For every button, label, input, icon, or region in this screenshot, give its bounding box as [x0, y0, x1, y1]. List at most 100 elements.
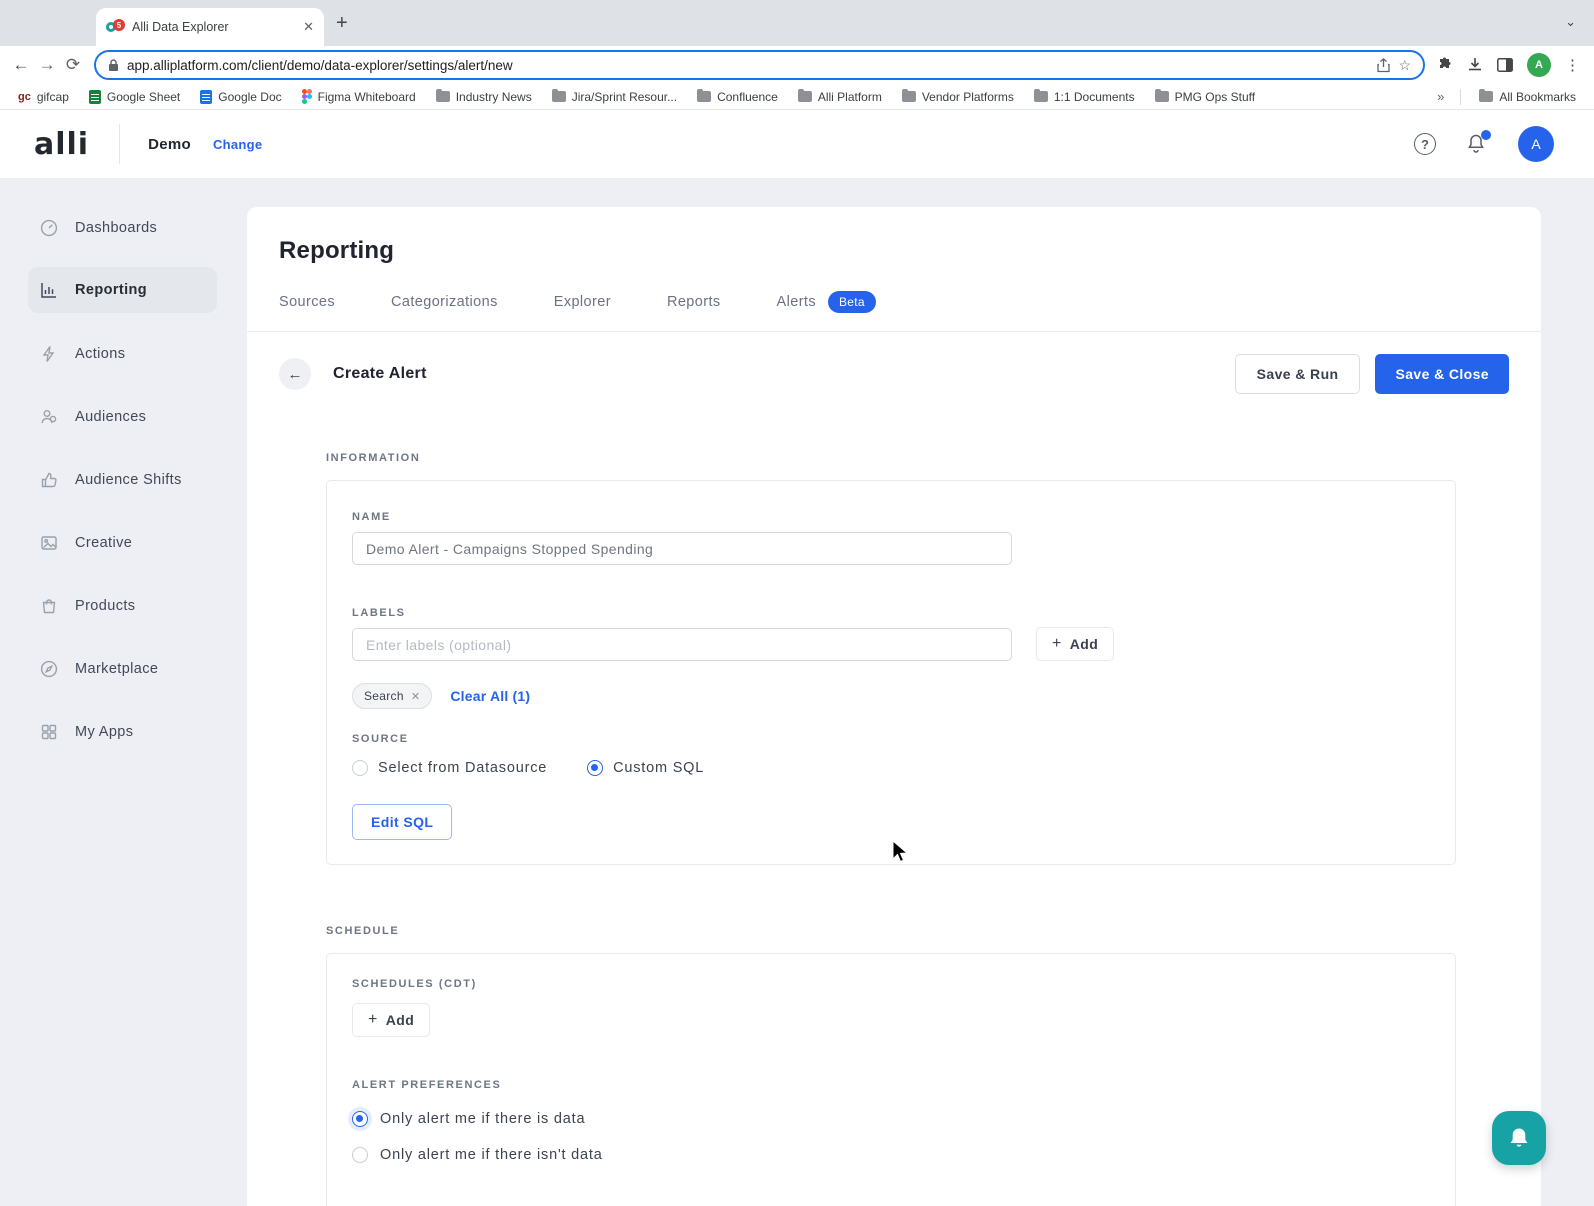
help-icon[interactable]: ?: [1414, 133, 1436, 155]
reload-icon[interactable]: ⟳: [60, 55, 86, 75]
change-client-link[interactable]: Change: [213, 137, 262, 152]
bookmark-confluence[interactable]: Confluence: [689, 88, 786, 106]
tab-alerts[interactable]: Alerts Beta: [777, 291, 876, 313]
side-panel-icon[interactable]: [1497, 58, 1513, 72]
tab-explorer[interactable]: Explorer: [554, 294, 611, 310]
browser-tab[interactable]: 5 Alli Data Explorer ✕: [96, 8, 324, 46]
folder-icon: [1154, 89, 1169, 102]
save-and-run-button[interactable]: Save & Run: [1234, 354, 1361, 394]
folder-icon: [901, 89, 916, 102]
information-section-label: INFORMATION: [326, 452, 421, 464]
bookmark-star-icon[interactable]: ☆: [1398, 57, 1411, 74]
site-favicon: 5: [106, 19, 125, 35]
bookmark-gifcap[interactable]: gc gifcap: [10, 88, 77, 106]
plus-icon: +: [1052, 635, 1062, 652]
all-bookmarks[interactable]: All Bookmarks: [1471, 88, 1584, 106]
share-icon[interactable]: [1377, 57, 1391, 73]
google-sheet-icon: [88, 89, 101, 104]
bookmarks-bar: gc gifcap Google Sheet Google Doc Figma …: [0, 84, 1594, 110]
sidebar-item-products[interactable]: Products: [0, 574, 217, 637]
create-alert-title: Create Alert: [333, 365, 427, 382]
bookmark-google-doc[interactable]: Google Doc: [192, 88, 289, 106]
extensions-icon[interactable]: [1437, 57, 1453, 73]
bookmark-pmg-ops-stuff[interactable]: PMG Ops Stuff: [1147, 88, 1263, 106]
bookmarks-overflow-icon[interactable]: »: [1431, 89, 1450, 104]
people-icon: [41, 409, 57, 423]
information-panel: NAME LABELS + Add Search ✕ Clear All (1)…: [326, 480, 1456, 865]
radio-icon: [352, 1147, 368, 1163]
folder-icon: [797, 89, 812, 102]
source-label: SOURCE: [352, 733, 409, 745]
browser-profile-avatar[interactable]: A: [1527, 53, 1551, 77]
sidebar-item-audience-shifts[interactable]: Audience Shifts: [0, 448, 217, 511]
lock-icon: [109, 58, 118, 71]
apps-icon: [41, 724, 57, 739]
bookmark-google-sheet[interactable]: Google Sheet: [81, 88, 188, 106]
radio-icon: [352, 760, 368, 776]
tab-title: Alli Data Explorer: [132, 20, 229, 34]
app-header: alli Demo Change ? A: [0, 110, 1594, 178]
reporting-tabs: Sources Categorizations Explorer Reports…: [247, 265, 1541, 332]
sidebar-item-audiences[interactable]: Audiences: [0, 385, 217, 448]
sidebar-item-marketplace[interactable]: Marketplace: [0, 637, 217, 700]
sidebar-item-my-apps[interactable]: My Apps: [0, 700, 217, 763]
bookmark-1-1-documents[interactable]: 1:1 Documents: [1026, 88, 1143, 106]
radio-select-from-datasource[interactable]: Select from Datasource: [352, 760, 547, 776]
sidebar-item-creative[interactable]: Creative: [0, 511, 217, 574]
edit-sql-button[interactable]: Edit SQL: [352, 804, 453, 840]
bookmark-industry-news[interactable]: Industry News: [428, 88, 540, 106]
folder-icon: [1033, 89, 1048, 102]
back-icon[interactable]: ←: [8, 55, 34, 75]
compass-icon: [40, 660, 58, 677]
bookmark-alli-platform[interactable]: Alli Platform: [790, 88, 890, 106]
sidebar-item-dashboards[interactable]: Dashboards: [0, 196, 217, 259]
chip-remove-icon[interactable]: ✕: [411, 690, 421, 703]
radio-custom-sql[interactable]: Custom SQL: [587, 760, 704, 776]
radio-checked-icon: [587, 760, 604, 776]
tab-categorizations[interactable]: Categorizations: [391, 294, 498, 310]
sidebar-item-actions[interactable]: Actions: [0, 322, 217, 385]
favicon-badge: 5: [113, 19, 125, 31]
notifications-bell-icon[interactable]: [1466, 130, 1491, 155]
add-schedule-button[interactable]: + Add: [352, 1003, 431, 1037]
figma-icon: [301, 89, 312, 104]
tab-close-icon[interactable]: ✕: [303, 19, 314, 35]
bookmark-jira-sprint[interactable]: Jira/Sprint Resour...: [544, 88, 685, 106]
tab-sources[interactable]: Sources: [279, 294, 335, 310]
bookmark-figma[interactable]: Figma Whiteboard: [294, 87, 424, 106]
downloads-icon[interactable]: [1467, 57, 1483, 73]
forward-icon[interactable]: →: [34, 55, 60, 75]
plus-icon: +: [368, 1011, 378, 1028]
tab-reports[interactable]: Reports: [667, 294, 721, 310]
labels-label: LABELS: [352, 607, 406, 619]
back-button[interactable]: ←: [279, 358, 311, 390]
labels-input[interactable]: [352, 628, 1012, 661]
label-chip-search[interactable]: Search ✕: [352, 683, 433, 709]
url-bar[interactable]: app.alliplatform.com/client/demo/data-ex…: [94, 50, 1425, 80]
tab-search-chevron-icon[interactable]: ⌄: [1565, 14, 1576, 30]
schedules-cdt-label: SCHEDULES (CDT): [352, 978, 477, 990]
name-label: NAME: [352, 511, 391, 523]
schedule-section-label: SCHEDULE: [326, 925, 400, 937]
add-label-button[interactable]: + Add: [1036, 627, 1115, 661]
chat-widget-button[interactable]: [1492, 1111, 1546, 1165]
page-title: Reporting: [279, 237, 395, 264]
sidebar: Dashboards Reporting Actions Audiences A…: [0, 178, 247, 763]
url-text: app.alliplatform.com/client/demo/data-ex…: [127, 57, 513, 73]
folder-icon: [697, 89, 712, 102]
browser-menu-icon[interactable]: ⋮: [1565, 56, 1580, 74]
bag-icon: [42, 598, 56, 613]
bookmark-vendor-platforms[interactable]: Vendor Platforms: [894, 88, 1022, 106]
new-tab-icon[interactable]: +: [336, 12, 348, 34]
sidebar-item-reporting[interactable]: Reporting: [28, 267, 217, 313]
gifcap-icon: gc: [18, 90, 31, 103]
radio-alert-if-no-data[interactable]: Only alert me if there isn't data: [352, 1147, 1430, 1163]
user-avatar[interactable]: A: [1518, 126, 1554, 162]
bar-chart-icon: [41, 283, 56, 298]
notification-dot: [1481, 130, 1491, 140]
radio-alert-if-data[interactable]: Only alert me if there is data: [352, 1111, 1430, 1127]
name-input[interactable]: [352, 532, 1012, 565]
clear-all-link[interactable]: Clear All (1): [450, 688, 530, 704]
beta-badge: Beta: [828, 291, 876, 313]
save-and-close-button[interactable]: Save & Close: [1375, 354, 1509, 394]
